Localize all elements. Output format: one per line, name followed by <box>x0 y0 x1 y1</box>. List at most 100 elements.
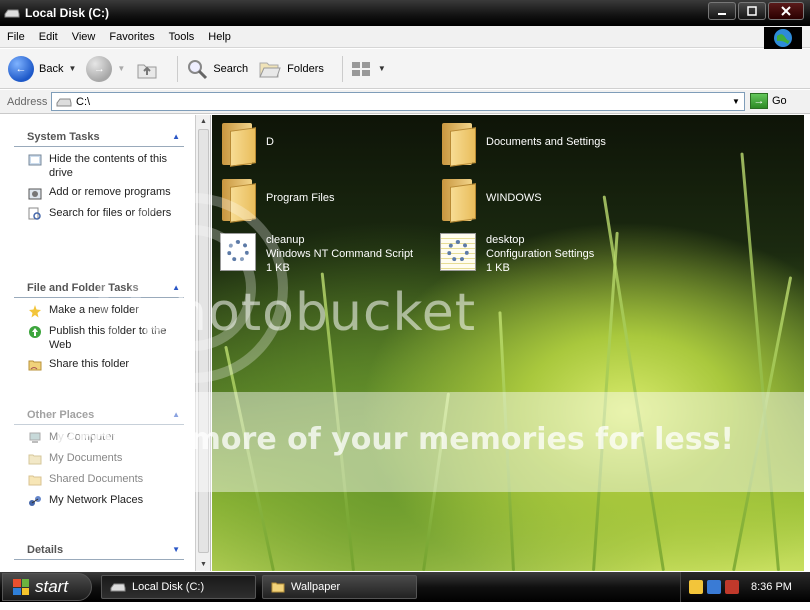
security-shield-icon[interactable] <box>725 580 739 594</box>
warning-icon[interactable] <box>689 580 703 594</box>
windows-logo <box>764 27 802 49</box>
network-places-icon <box>27 493 43 509</box>
minimize-icon <box>718 13 726 15</box>
back-label: Back <box>39 62 64 75</box>
file-list-view[interactable]: D Documents and Settings Program Files W… <box>212 115 804 571</box>
folder-icon <box>220 121 256 167</box>
task-label: Add or remove programs <box>49 186 171 198</box>
publish-web-icon <box>27 324 43 340</box>
watermark-brand: photobucket <box>140 283 477 343</box>
folders-icon <box>259 62 281 77</box>
configuration-settings-icon <box>440 233 476 271</box>
item-name: desktop <box>486 234 525 246</box>
close-button[interactable] <box>768 2 804 20</box>
system-tasks-header[interactable]: System Tasks ▲ <box>14 127 184 147</box>
task-label: Hide the contents of this drive <box>49 153 168 179</box>
task-label: Share this folder <box>49 358 130 370</box>
folder-icon <box>271 582 285 593</box>
chevron-down-icon[interactable]: ▼ <box>68 64 76 73</box>
chevron-down-icon: ▼ <box>377 64 386 73</box>
forward-arrow-icon: → <box>86 55 113 82</box>
watermark-slogan: Protect more of your memories for less! <box>55 422 735 457</box>
up-button[interactable] <box>135 57 159 81</box>
menu-bar: File Edit View Favorites Tools Help <box>0 26 810 49</box>
windows-flag-icon <box>13 579 29 595</box>
scroll-down-icon[interactable]: ▼ <box>196 558 211 571</box>
taskbar-item-wallpaper[interactable]: Wallpaper <box>262 575 417 599</box>
file-info: desktop Configuration Settings 1 KB <box>486 233 594 275</box>
item-name: cleanup <box>266 234 305 246</box>
new-folder-icon <box>27 303 43 319</box>
menu-tools[interactable]: Tools <box>162 31 202 43</box>
taskbar: start Local Disk (C:) Wallpaper 8:36 PM <box>0 572 810 602</box>
start-button[interactable]: start <box>2 573 92 601</box>
menu-file[interactable]: File <box>0 31 32 43</box>
address-value: C:\ <box>76 95 91 108</box>
folder-item[interactable]: D <box>220 121 274 167</box>
search-files-icon <box>27 206 43 222</box>
clock[interactable]: 8:36 PM <box>751 581 792 593</box>
back-arrow-icon: ← <box>8 55 34 82</box>
start-label: start <box>35 577 69 596</box>
drive-icon <box>4 9 20 18</box>
details-group: Details ▼ <box>14 540 184 560</box>
forward-button[interactable]: → ▼ <box>86 55 125 82</box>
task-hide-contents[interactable]: Hide the contents of this drive <box>14 152 184 180</box>
minimize-button[interactable] <box>708 2 736 20</box>
folder-up-icon <box>137 64 157 78</box>
system-tray: 8:36 PM <box>680 572 810 602</box>
go-label: Go <box>772 95 787 107</box>
drive-icon <box>110 583 126 592</box>
folder-item[interactable]: Documents and Settings <box>440 121 606 167</box>
folders-label: Folders <box>287 62 324 75</box>
folder-icon <box>440 177 476 223</box>
grass-blade <box>602 195 665 571</box>
item-name: Documents and Settings <box>486 136 606 148</box>
toolbar-separator <box>341 55 343 82</box>
address-bar: Address C:\ ▼ → Go <box>0 90 810 114</box>
group-title: System Tasks <box>27 130 100 143</box>
views-icon <box>351 61 370 76</box>
item-name: D <box>266 136 274 148</box>
drive-icon <box>56 98 72 106</box>
menu-view[interactable]: View <box>65 31 103 43</box>
chevron-up-icon: ▲ <box>172 132 180 141</box>
go-arrow-icon: → <box>750 93 768 109</box>
item-type: Configuration Settings <box>486 248 595 260</box>
menu-edit[interactable]: Edit <box>32 31 65 43</box>
address-label: Address <box>7 95 48 108</box>
chevron-down-icon[interactable]: ▼ <box>117 64 125 73</box>
maximize-button[interactable] <box>738 2 766 20</box>
address-input[interactable]: C:\ ▼ <box>51 92 745 111</box>
group-title: Details <box>27 543 64 556</box>
close-icon <box>781 6 791 16</box>
screen-border <box>0 602 810 610</box>
go-button[interactable]: → Go <box>750 93 787 109</box>
menu-favorites[interactable]: Favorites <box>102 31 161 43</box>
globe-icon <box>774 29 792 47</box>
toolbar-separator <box>177 55 179 82</box>
scroll-up-icon[interactable]: ▲ <box>196 115 211 128</box>
file-item[interactable]: desktop Configuration Settings 1 KB <box>440 233 594 275</box>
restore-icon <box>747 6 757 16</box>
hide-contents-icon <box>27 152 43 168</box>
taskbar-item-local-disk[interactable]: Local Disk (C:) <box>101 575 256 599</box>
views-button[interactable]: ▼ <box>351 61 386 77</box>
menu-help[interactable]: Help <box>201 31 238 43</box>
search-icon <box>188 59 208 79</box>
details-header[interactable]: Details ▼ <box>14 540 184 560</box>
back-button[interactable]: ← Back ▼ <box>8 55 76 82</box>
place-network-places[interactable]: My Network Places <box>14 493 184 509</box>
chevron-down-icon: ▼ <box>732 97 740 106</box>
address-dropdown[interactable]: ▼ <box>728 93 744 110</box>
folders-button[interactable]: Folders <box>258 58 324 80</box>
item-size: 1 KB <box>486 262 510 274</box>
file-info: cleanup Windows NT Command Script 1 KB <box>266 233 413 275</box>
network-icon[interactable] <box>707 580 721 594</box>
title-bar[interactable]: Local Disk (C:) <box>0 0 810 26</box>
item-size: 1 KB <box>266 262 290 274</box>
folder-item[interactable]: WINDOWS <box>440 177 542 223</box>
toolbar: ← Back ▼ → ▼ Search Folders ▼ <box>0 49 810 89</box>
search-button[interactable]: Search <box>186 58 248 80</box>
search-label: Search <box>213 62 249 75</box>
